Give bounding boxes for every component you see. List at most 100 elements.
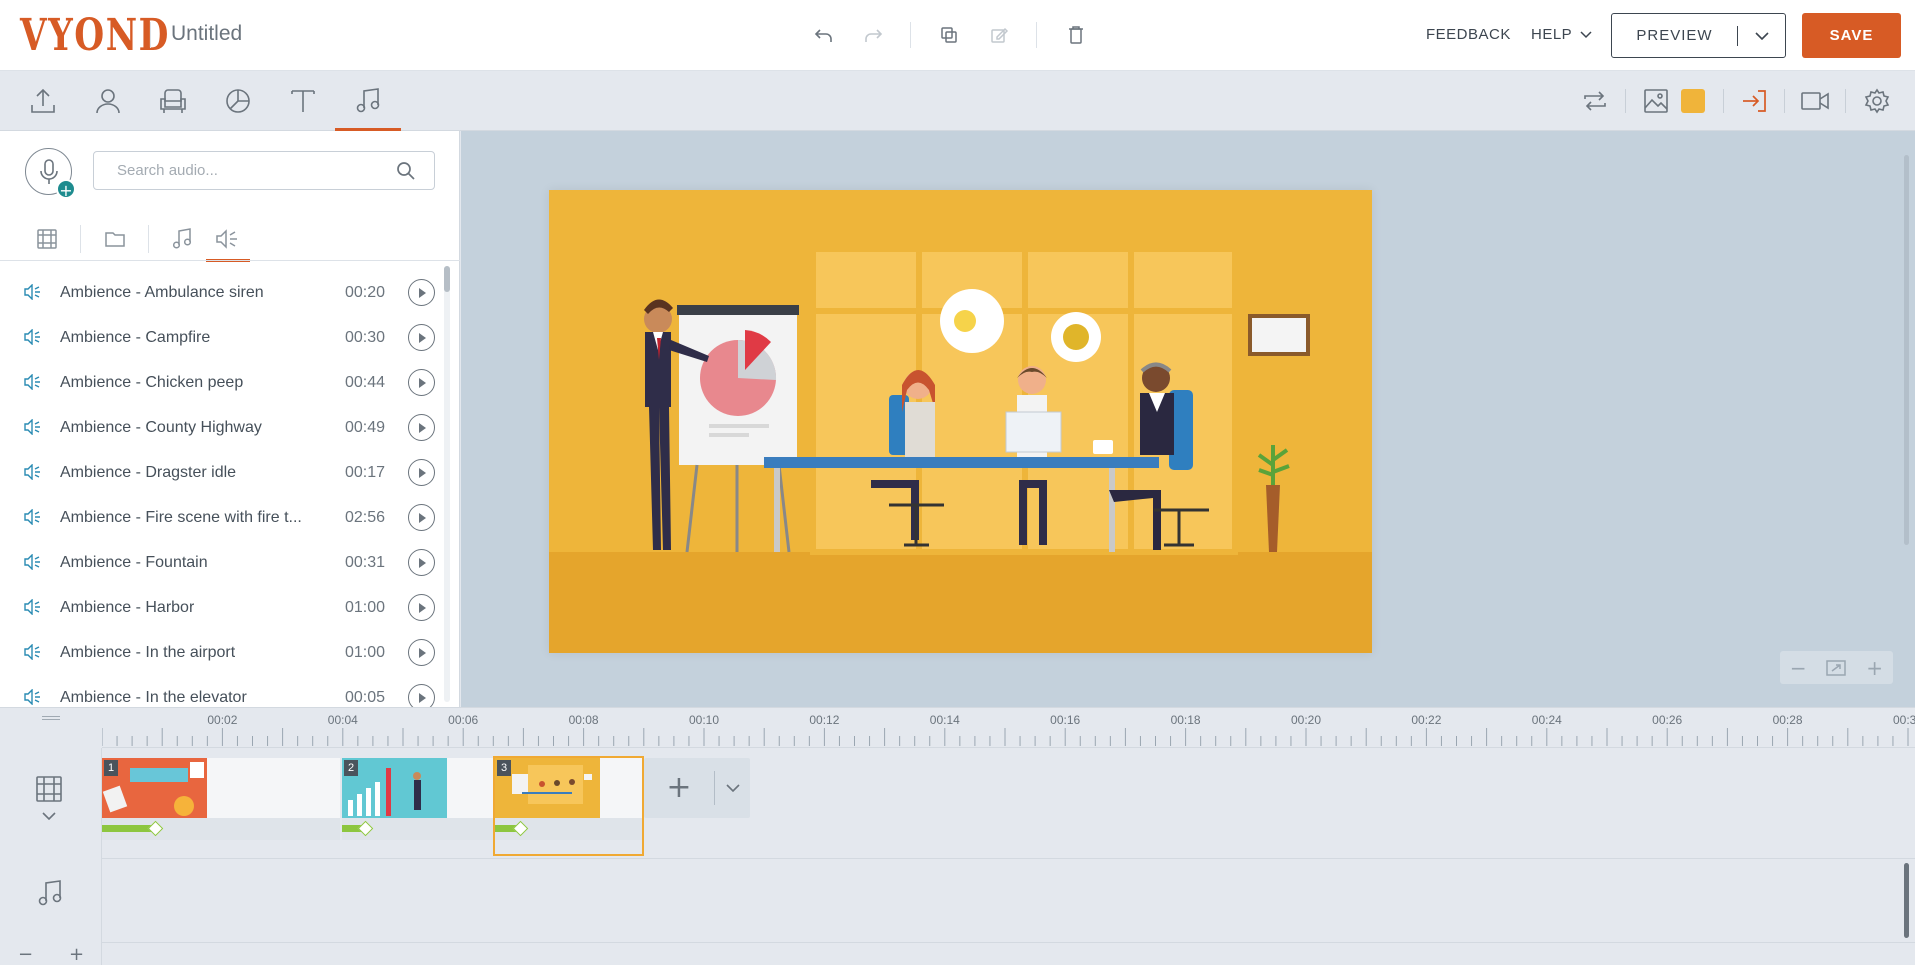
divider xyxy=(1723,89,1724,113)
audio-track-header[interactable] xyxy=(36,878,64,908)
background-color-swatch[interactable] xyxy=(1677,85,1709,117)
timeline-resize-handle[interactable] xyxy=(42,716,60,720)
zoom-out-icon[interactable]: − xyxy=(1790,656,1807,680)
record-voice-button[interactable]: + xyxy=(25,148,76,200)
timeline-zoom-in-icon[interactable]: + xyxy=(69,944,84,965)
ruler-label: 00:02 xyxy=(207,713,238,727)
chevron-down-icon[interactable] xyxy=(42,812,56,820)
list-item[interactable]: Ambience - Ambulance siren 00:20 xyxy=(0,270,448,315)
divider xyxy=(148,225,149,253)
music-note-icon[interactable] xyxy=(160,221,204,257)
scene-track-icon xyxy=(36,776,62,802)
list-item[interactable]: Ambience - Harbor 01:00 xyxy=(0,585,448,630)
preview-options-chevron-icon[interactable] xyxy=(1738,31,1785,40)
character-icon[interactable] xyxy=(75,71,141,131)
sound-duration: 00:49 xyxy=(345,418,386,436)
timeline-zoom-out-icon[interactable]: − xyxy=(18,944,33,965)
music-icon[interactable] xyxy=(335,71,401,131)
play-icon[interactable] xyxy=(408,369,435,396)
scene-thumbnail-1[interactable]: 1 xyxy=(102,758,340,858)
list-scrollbar[interactable] xyxy=(444,266,450,702)
camera-icon[interactable] xyxy=(1799,85,1831,117)
chevron-down-icon xyxy=(1580,30,1592,38)
scene-empty-area xyxy=(447,758,494,818)
sound-name: Ambience - County Highway xyxy=(60,418,262,436)
enter-effect-icon[interactable] xyxy=(1738,85,1770,117)
stage-vertical-scrollbar[interactable] xyxy=(1904,155,1909,545)
ruler-label: 00:08 xyxy=(568,713,599,727)
image-icon[interactable] xyxy=(1640,85,1672,117)
zoom-in-icon[interactable]: + xyxy=(1866,656,1883,680)
ruler-label: 00:24 xyxy=(1531,713,1562,727)
undo-icon[interactable] xyxy=(810,21,838,49)
ruler-label: 00:26 xyxy=(1652,713,1683,727)
audio-library-panel: + Ambience - Ambulance siren00:20Ambienc… xyxy=(0,131,460,707)
search-icon[interactable] xyxy=(396,161,416,181)
sound-effect-icon xyxy=(24,644,40,660)
top-bar: VYOND Untitled FEEDBACK HELP PREVIEW SAV… xyxy=(0,0,1915,71)
timeline-vertical-scrollbar[interactable] xyxy=(1904,863,1909,938)
swap-icon[interactable] xyxy=(1579,85,1611,117)
play-icon[interactable] xyxy=(408,414,435,441)
chart-icon[interactable] xyxy=(205,71,271,131)
list-scrollbar-thumb[interactable] xyxy=(444,266,450,292)
redo-icon[interactable] xyxy=(859,21,887,49)
list-item[interactable]: Ambience - County Highway 00:49 xyxy=(0,405,448,450)
play-icon[interactable] xyxy=(408,594,435,621)
video-track-header[interactable] xyxy=(34,774,64,820)
list-item[interactable]: Ambience - In the airport 01:00 xyxy=(0,630,448,675)
ruler-label: 00:14 xyxy=(929,713,960,727)
video-track: 1 2 3 xyxy=(102,748,1915,859)
list-item[interactable]: Ambience - Campfire 00:30 xyxy=(0,315,448,360)
settings-gear-icon[interactable] xyxy=(1861,85,1893,117)
list-item[interactable]: Ambience - In the elevator 00:05 xyxy=(0,675,448,707)
prop-icon[interactable] xyxy=(140,71,206,131)
feedback-link[interactable]: FEEDBACK xyxy=(1426,26,1511,43)
play-icon[interactable] xyxy=(408,324,435,351)
help-label: HELP xyxy=(1531,26,1573,43)
microphone-icon xyxy=(39,158,58,184)
list-item[interactable]: Ambience - Dragster idle 00:17 xyxy=(0,450,448,495)
play-icon[interactable] xyxy=(408,504,435,531)
music-note-icon xyxy=(38,880,62,906)
text-icon[interactable] xyxy=(270,71,336,131)
copy-icon[interactable] xyxy=(935,21,963,49)
play-icon[interactable] xyxy=(408,549,435,576)
delete-icon[interactable] xyxy=(1062,21,1090,49)
scene-thumbnail-2[interactable]: 2 xyxy=(342,758,494,858)
save-button[interactable]: SAVE xyxy=(1802,13,1901,58)
list-item[interactable]: Ambience - Fire scene with fire t... 02:5… xyxy=(0,495,448,540)
upload-icon[interactable] xyxy=(10,71,76,131)
document-title[interactable]: Untitled xyxy=(171,22,242,46)
ruler-label: 00:30 xyxy=(1892,713,1915,727)
play-icon[interactable] xyxy=(408,684,435,707)
scene-number: 1 xyxy=(104,760,118,776)
ruler-label: 00:04 xyxy=(327,713,358,727)
scene-icon[interactable] xyxy=(25,221,69,257)
play-icon[interactable] xyxy=(408,639,435,666)
sound-name: Ambience - Harbor xyxy=(60,598,195,616)
folder-icon[interactable] xyxy=(93,221,137,257)
preview-button[interactable]: PREVIEW xyxy=(1611,13,1786,58)
divider xyxy=(1625,89,1626,113)
audio-track[interactable] xyxy=(102,860,1915,943)
scene-canvas[interactable] xyxy=(549,190,1372,653)
vyond-logo[interactable]: VYOND xyxy=(20,14,170,58)
asset-toolbar xyxy=(0,71,1915,131)
divider xyxy=(1036,22,1037,48)
play-icon[interactable] xyxy=(408,279,435,306)
list-item[interactable]: Ambience - Fountain 00:31 xyxy=(0,540,448,585)
ruler-label: 00:12 xyxy=(809,713,840,727)
sound-effect-icon[interactable] xyxy=(206,221,250,262)
help-menu[interactable]: HELP xyxy=(1531,26,1592,43)
time-ruler[interactable]: 00:02 00:04 00:06 00:08 00:10 00:12 00:14 00:16… xyxy=(102,708,1915,748)
add-scene-button[interactable]: + xyxy=(644,758,750,818)
list-item[interactable]: Ambience - Chicken peep 00:44 xyxy=(0,360,448,405)
search-input[interactable] xyxy=(117,162,387,179)
add-scene-options-chevron-icon[interactable] xyxy=(715,784,750,792)
scene-thumbnail-3[interactable]: 3 xyxy=(493,756,644,858)
play-icon[interactable] xyxy=(408,459,435,486)
paste-icon[interactable] xyxy=(985,21,1013,49)
ruler-label: 00:28 xyxy=(1772,713,1803,727)
fit-to-screen-icon[interactable] xyxy=(1826,659,1847,676)
